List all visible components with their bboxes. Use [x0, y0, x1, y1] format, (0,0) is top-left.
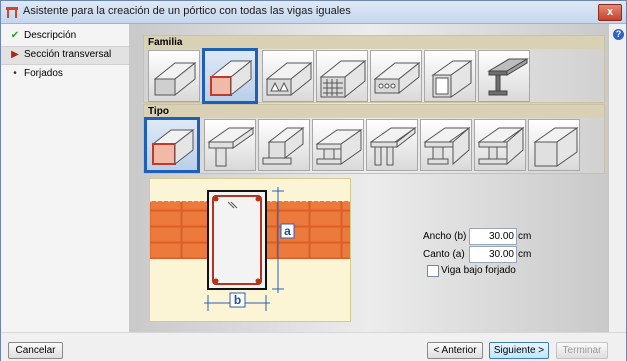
hollow-box-beam-icon [431, 60, 473, 98]
tipo-group: Tipo [143, 104, 605, 174]
tipo-header: Tipo [144, 105, 604, 118]
rebar [213, 278, 219, 284]
canto-row: Canto (a) cm [419, 246, 539, 263]
tipo-tile-inverted-t[interactable] [258, 119, 310, 171]
help-icon[interactable]: ? [613, 29, 624, 40]
familia-tile-grid-voids[interactable] [316, 50, 368, 102]
rect-beam-icon [153, 61, 197, 97]
width-label: b [234, 293, 241, 307]
canto-unit: cm [518, 249, 532, 260]
grid-voids-beam-icon [319, 59, 367, 99]
back-button[interactable]: < Anterior [427, 342, 483, 359]
sidebar-item-descripcion[interactable]: ✔ Descripción [1, 28, 129, 45]
familia-tile-rect-hollow[interactable] [202, 48, 258, 104]
finish-button[interactable]: Terminar [556, 342, 608, 359]
rect-hollow-red-icon [209, 59, 253, 97]
section-drawing: a b [150, 187, 350, 311]
tipo-tile-t-section[interactable] [204, 119, 256, 171]
beam-section [207, 190, 267, 290]
ancho-unit: cm [518, 231, 532, 242]
canto-input[interactable] [469, 246, 517, 263]
checkbox-icon[interactable] [427, 265, 439, 277]
familia-tile-triangular-voids[interactable] [262, 50, 314, 102]
button-bar: Cancelar < Anterior Siguiente > Terminar [1, 332, 626, 361]
wizard-steps-sidebar: ✔ Descripción ▶ Sección transversal • Fo… [1, 24, 129, 332]
canto-label: Canto (a) [423, 249, 465, 260]
cross-section-icon [315, 129, 363, 165]
ancho-input[interactable] [469, 228, 517, 245]
next-button[interactable]: Siguiente > [489, 342, 549, 359]
window-title: Asistente para la creación de un pórtico… [23, 5, 351, 17]
familia-tile-circular-voids[interactable] [370, 50, 422, 102]
wizard-window: Asistente para la creación de un pórtico… [0, 0, 627, 361]
bullet-icon: • [13, 68, 17, 79]
rebar [255, 196, 261, 202]
tipo-tile-open[interactable] [528, 119, 580, 171]
tipo-tile-double-t[interactable] [366, 119, 418, 171]
triangular-voids-beam-icon [265, 61, 313, 97]
rect-section-icon [151, 128, 195, 166]
sidebar-item-seccion-transversal[interactable]: ▶ Sección transversal [1, 46, 129, 65]
checkmark-icon: ✔ [10, 30, 20, 41]
open-section-icon [533, 127, 579, 167]
tipo-tile-i-section[interactable] [474, 119, 526, 171]
wide-flange-section-icon [423, 126, 471, 166]
ancho-label: Ancho (b) [423, 231, 467, 242]
i-beam-icon [487, 58, 529, 96]
i-section-icon [477, 126, 525, 166]
section-diagram: a b [149, 178, 351, 322]
tipo-tile-wide-flange[interactable] [420, 119, 472, 171]
close-button[interactable]: x [598, 4, 622, 21]
dimensions-panel: Ancho (b) cm Canto (a) cm Viga bajo forj… [419, 222, 539, 284]
sidebar-item-label: Forjados [24, 68, 63, 79]
familia-tile-i-beam[interactable] [478, 50, 530, 102]
ancho-row: Ancho (b) cm [419, 228, 539, 245]
close-icon: x [606, 6, 614, 18]
inverted-t-section-icon [262, 126, 305, 165]
tipo-tile-cross[interactable] [312, 119, 364, 171]
sidebar-item-label: Descripción [24, 30, 77, 41]
app-icon [6, 7, 18, 18]
rebar [213, 196, 219, 202]
title-bar: Asistente para la creación de un pórtico… [1, 1, 626, 24]
rebar [255, 278, 261, 284]
familia-tile-rect-beam[interactable] [148, 50, 200, 102]
familia-tile-hollow-box[interactable] [424, 50, 476, 102]
double-t-section-icon [369, 126, 417, 166]
height-label: a [284, 224, 291, 238]
sidebar-item-label: Sección transversal [24, 49, 112, 60]
t-section-icon [207, 127, 255, 167]
viga-bajo-forjado-checkbox[interactable]: Viga bajo forjado [427, 264, 547, 278]
cancel-button[interactable]: Cancelar [8, 342, 63, 359]
circular-voids-beam-icon [373, 61, 421, 95]
arrow-right-icon: ▶ [11, 49, 19, 60]
viga-bajo-forjado-label: Viga bajo forjado [441, 265, 516, 276]
sidebar-item-forjados[interactable]: • Forjados [1, 66, 129, 83]
tipo-tile-rect[interactable] [144, 117, 200, 173]
familia-group: Familia [143, 35, 605, 104]
